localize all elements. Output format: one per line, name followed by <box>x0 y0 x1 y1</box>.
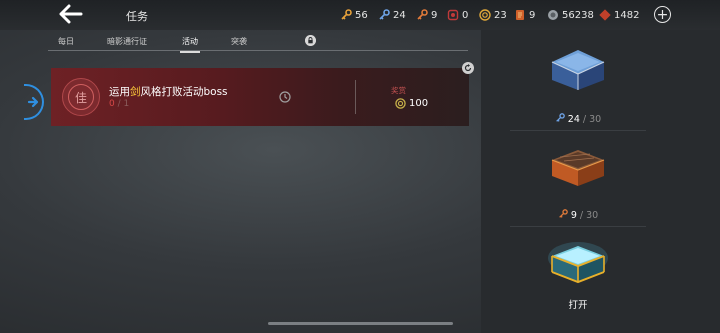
task-name-prefix: 运用 <box>109 86 130 98</box>
horizontal-scrollbar[interactable] <box>268 322 453 325</box>
silver-coin-icon <box>548 10 558 20</box>
red-token-icon <box>447 9 459 21</box>
task-progress-total: 1 <box>123 99 130 109</box>
reward-label: 奖赏 <box>391 86 406 95</box>
chest-card-gold: 打开 <box>510 230 646 322</box>
gold-chest-icon[interactable] <box>546 236 610 286</box>
resource-value: 56 <box>355 9 368 21</box>
chest-card-blue: 24 / 30 <box>510 38 646 130</box>
chest-key-count: 24 / 30 <box>510 113 646 125</box>
expand-side-button[interactable] <box>24 84 44 120</box>
reward-value: 100 <box>395 98 428 109</box>
gold-coin-icon <box>479 9 491 21</box>
resource-diamonds: 1482 <box>599 9 639 21</box>
tab-bar: 每日 暗影通行证 活动 突袭 <box>48 33 468 53</box>
task-progress-sep: / <box>114 99 124 109</box>
tab-raid[interactable]: 突袭 <box>231 36 247 47</box>
task-name: 运用剑风格打败活动boss <box>109 84 228 99</box>
resource-value: 24 <box>393 9 406 21</box>
resource-value: 9 <box>431 9 438 21</box>
add-currency-button[interactable]: + <box>654 6 671 23</box>
blue-key-icon <box>555 113 565 122</box>
bronze-key-icon <box>417 9 428 20</box>
divider <box>510 130 646 131</box>
back-arrow-icon[interactable] <box>58 4 84 24</box>
clock-icon <box>279 91 291 103</box>
divider <box>510 226 646 227</box>
blue-key-icon <box>379 9 390 20</box>
blue-chest-icon[interactable] <box>546 44 610 94</box>
task-row[interactable]: 佳 运用剑风格打败活动boss 0 / 1 奖赏 100 <box>51 68 469 126</box>
key-sep: / <box>576 210 587 221</box>
resource-silver-coins: 56238 <box>547 9 594 21</box>
diamond-icon <box>599 9 611 21</box>
resource-bronze-keys: 9 <box>416 9 437 21</box>
open-chest-button[interactable]: 打开 <box>510 297 646 311</box>
reward-amount: 100 <box>409 98 429 109</box>
tab-event[interactable]: 活动 <box>180 36 200 53</box>
tab-shadow-pass[interactable]: 暗影通行证 <box>107 36 147 47</box>
task-name-suffix: 风格打败活动boss <box>140 86 228 98</box>
key-sep: / <box>579 114 590 125</box>
task-divider <box>355 80 356 114</box>
resource-value: 23 <box>494 9 507 21</box>
task-name-highlight: 剑 <box>130 86 141 98</box>
task-progress: 0 / 1 <box>109 99 129 109</box>
chest-key-count: 9 / 30 <box>510 209 646 221</box>
page-title: 任务 <box>126 10 148 23</box>
resource-gold-coins: 23 <box>479 9 507 21</box>
key-total: 30 <box>586 210 599 221</box>
chest-panel: 24 / 30 9 / 30 打开 <box>481 30 720 333</box>
resource-value: 0 <box>462 9 469 21</box>
resource-scrolls: 9 <box>514 9 535 21</box>
resource-value: 56238 <box>562 9 594 21</box>
tab-daily[interactable]: 每日 <box>58 36 74 47</box>
resource-red-tokens: 0 <box>447 9 468 21</box>
resource-value: 9 <box>529 9 536 21</box>
gold-key-icon <box>341 9 352 20</box>
gold-coin-icon <box>395 98 406 109</box>
key-current: 24 <box>567 114 580 125</box>
resource-value: 1482 <box>614 9 640 21</box>
bronze-key-icon <box>558 209 568 218</box>
task-badge-icon: 佳 <box>68 84 94 110</box>
lock-icon <box>305 35 316 46</box>
top-bar: 任务 56 24 9 0 23 9 56238 1482 + <box>0 0 720 30</box>
refresh-icon[interactable] <box>462 62 474 74</box>
key-total: 30 <box>589 114 602 125</box>
plus-icon: + <box>656 6 669 23</box>
task-badge: 佳 <box>62 78 100 116</box>
resource-gold-keys: 56 <box>340 9 368 21</box>
scroll-icon <box>516 10 524 20</box>
resource-blue-keys: 24 <box>378 9 406 21</box>
bronze-chest-icon[interactable] <box>546 140 610 190</box>
chevron-right-icon <box>27 96 39 108</box>
chest-card-bronze: 9 / 30 <box>510 134 646 226</box>
